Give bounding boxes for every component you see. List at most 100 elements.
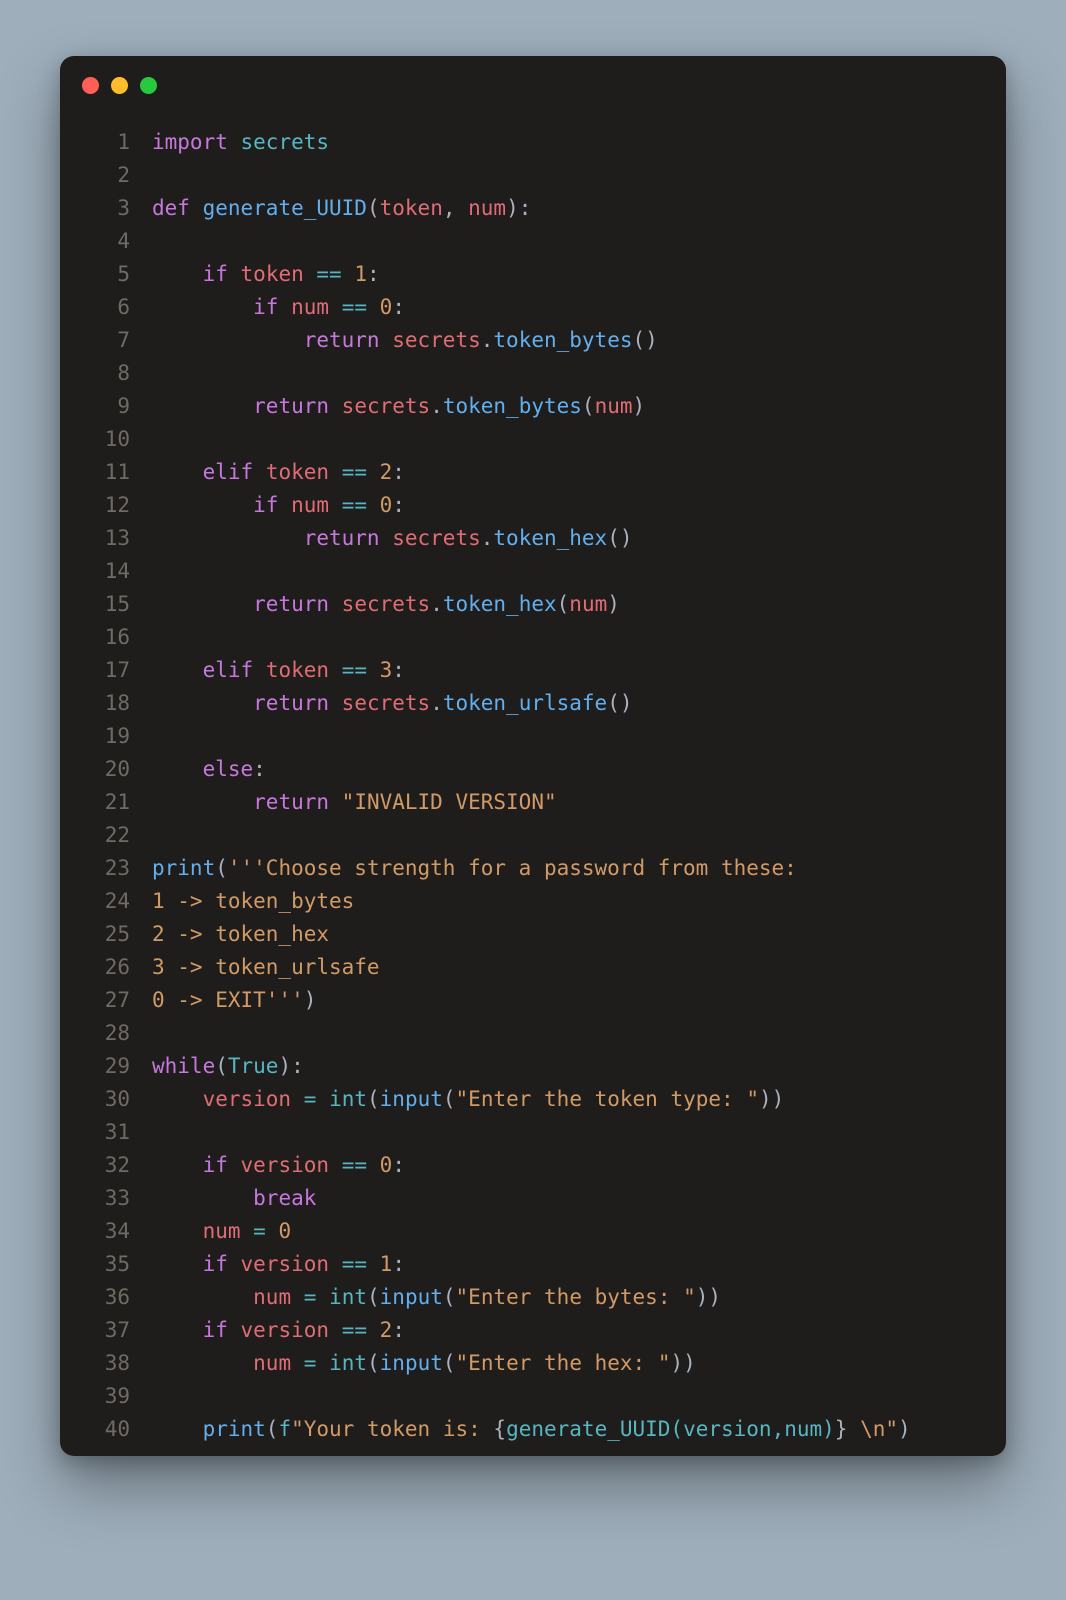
token-pun: ( [367, 1285, 380, 1309]
line-number: 21 [60, 786, 152, 819]
token-pun: ): [278, 1054, 303, 1078]
code-line: 21 return "INVALID VERSION" [60, 786, 1006, 819]
code-line: 39 [60, 1380, 1006, 1413]
line-number: 23 [60, 852, 152, 885]
token-fn: token_bytes [493, 328, 632, 352]
line-number: 36 [60, 1281, 152, 1314]
token-plain [152, 1252, 203, 1276]
line-content: print(f"Your token is: {generate_UUID(ve… [152, 1413, 911, 1446]
token-plain [228, 262, 241, 286]
token-num: 1 [380, 1252, 393, 1276]
token-mod: int [329, 1351, 367, 1375]
token-plain [278, 493, 291, 517]
line-content: 1 -> token_bytes [152, 885, 354, 918]
token-plain [329, 1252, 342, 1276]
code-line: 18 return secrets.token_urlsafe() [60, 687, 1006, 720]
token-plain [329, 592, 342, 616]
code-line: 30 version = int(input("Enter the token … [60, 1083, 1006, 1116]
token-plain [253, 658, 266, 682]
token-kw: return [304, 526, 380, 550]
token-num: 0 [380, 1153, 393, 1177]
token-pun: )) [670, 1351, 695, 1375]
token-str: 2 -> token_hex [152, 922, 329, 946]
code-line: 10 [60, 423, 1006, 456]
code-line: 12 if num == 0: [60, 489, 1006, 522]
minimize-icon[interactable] [111, 77, 128, 94]
code-line: 8 [60, 357, 1006, 390]
token-kw: return [253, 394, 329, 418]
token-plain [241, 1219, 254, 1243]
token-var: secrets [342, 691, 431, 715]
line-content: return secrets.token_hex() [152, 522, 633, 555]
token-fn: token_urlsafe [443, 691, 607, 715]
token-kw: return [253, 691, 329, 715]
line-number: 6 [60, 291, 152, 324]
line-content: 0 -> EXIT''') [152, 984, 316, 1017]
code-line: 36 num = int(input("Enter the bytes: ")) [60, 1281, 1006, 1314]
code-line: 19 [60, 720, 1006, 753]
code-line: 9 return secrets.token_bytes(num) [60, 390, 1006, 423]
token-pun: ) [304, 988, 317, 1012]
token-var: num [595, 394, 633, 418]
token-pun: ( [215, 856, 228, 880]
token-plain [152, 1285, 253, 1309]
token-pun: ): [506, 196, 531, 220]
token-var: secrets [342, 394, 431, 418]
line-number: 14 [60, 555, 152, 588]
window-titlebar [60, 56, 1006, 114]
line-number: 13 [60, 522, 152, 555]
zoom-icon[interactable] [140, 77, 157, 94]
line-number: 30 [60, 1083, 152, 1116]
token-kw: import [152, 130, 228, 154]
line-number: 12 [60, 489, 152, 522]
token-fn: token_hex [443, 592, 557, 616]
token-mod: f [278, 1417, 291, 1441]
token-pun: ( [367, 1351, 380, 1375]
line-number: 7 [60, 324, 152, 357]
close-icon[interactable] [82, 77, 99, 94]
token-plain [152, 295, 253, 319]
token-pun: : [392, 460, 405, 484]
line-content: import secrets [152, 126, 329, 159]
token-var: token [380, 196, 443, 220]
token-mod: True [228, 1054, 279, 1078]
token-pun: ) [607, 592, 620, 616]
token-str: 1 -> token_bytes [152, 889, 354, 913]
line-number: 32 [60, 1149, 152, 1182]
token-fn: generate_UUID [203, 196, 367, 220]
token-plain [291, 1351, 304, 1375]
token-pun: ( [557, 592, 570, 616]
token-pun: ( [443, 1351, 456, 1375]
token-plain [152, 1153, 203, 1177]
token-plain [367, 1318, 380, 1342]
code-line: 35 if version == 1: [60, 1248, 1006, 1281]
line-number: 11 [60, 456, 152, 489]
token-kw: if [203, 1318, 228, 1342]
token-pun: : [392, 1318, 405, 1342]
line-content: print('''Choose strength for a password … [152, 852, 797, 885]
token-op: == [316, 262, 341, 286]
token-pun: )) [696, 1285, 721, 1309]
token-pun: : [253, 757, 266, 781]
code-line: 31 [60, 1116, 1006, 1149]
token-plain [304, 262, 317, 286]
line-content: return "INVALID VERSION" [152, 786, 557, 819]
line-content: def generate_UUID(token, num): [152, 192, 531, 225]
token-plain [152, 1417, 203, 1441]
token-pun: : [392, 493, 405, 517]
code-line: 17 elif token == 3: [60, 654, 1006, 687]
line-number: 20 [60, 753, 152, 786]
token-str: \n" [847, 1417, 898, 1441]
line-content: num = int(input("Enter the bytes: ")) [152, 1281, 721, 1314]
code-line: 11 elif token == 2: [60, 456, 1006, 489]
token-pun: ( [266, 1417, 279, 1441]
token-fn: token_bytes [443, 394, 582, 418]
token-kw: break [253, 1186, 316, 1210]
token-pun: )) [759, 1087, 784, 1111]
token-mod: secrets [241, 130, 330, 154]
token-plain [367, 1153, 380, 1177]
code-line: 37 if version == 2: [60, 1314, 1006, 1347]
token-kw: if [203, 1252, 228, 1276]
token-plain [329, 460, 342, 484]
token-plain [329, 493, 342, 517]
